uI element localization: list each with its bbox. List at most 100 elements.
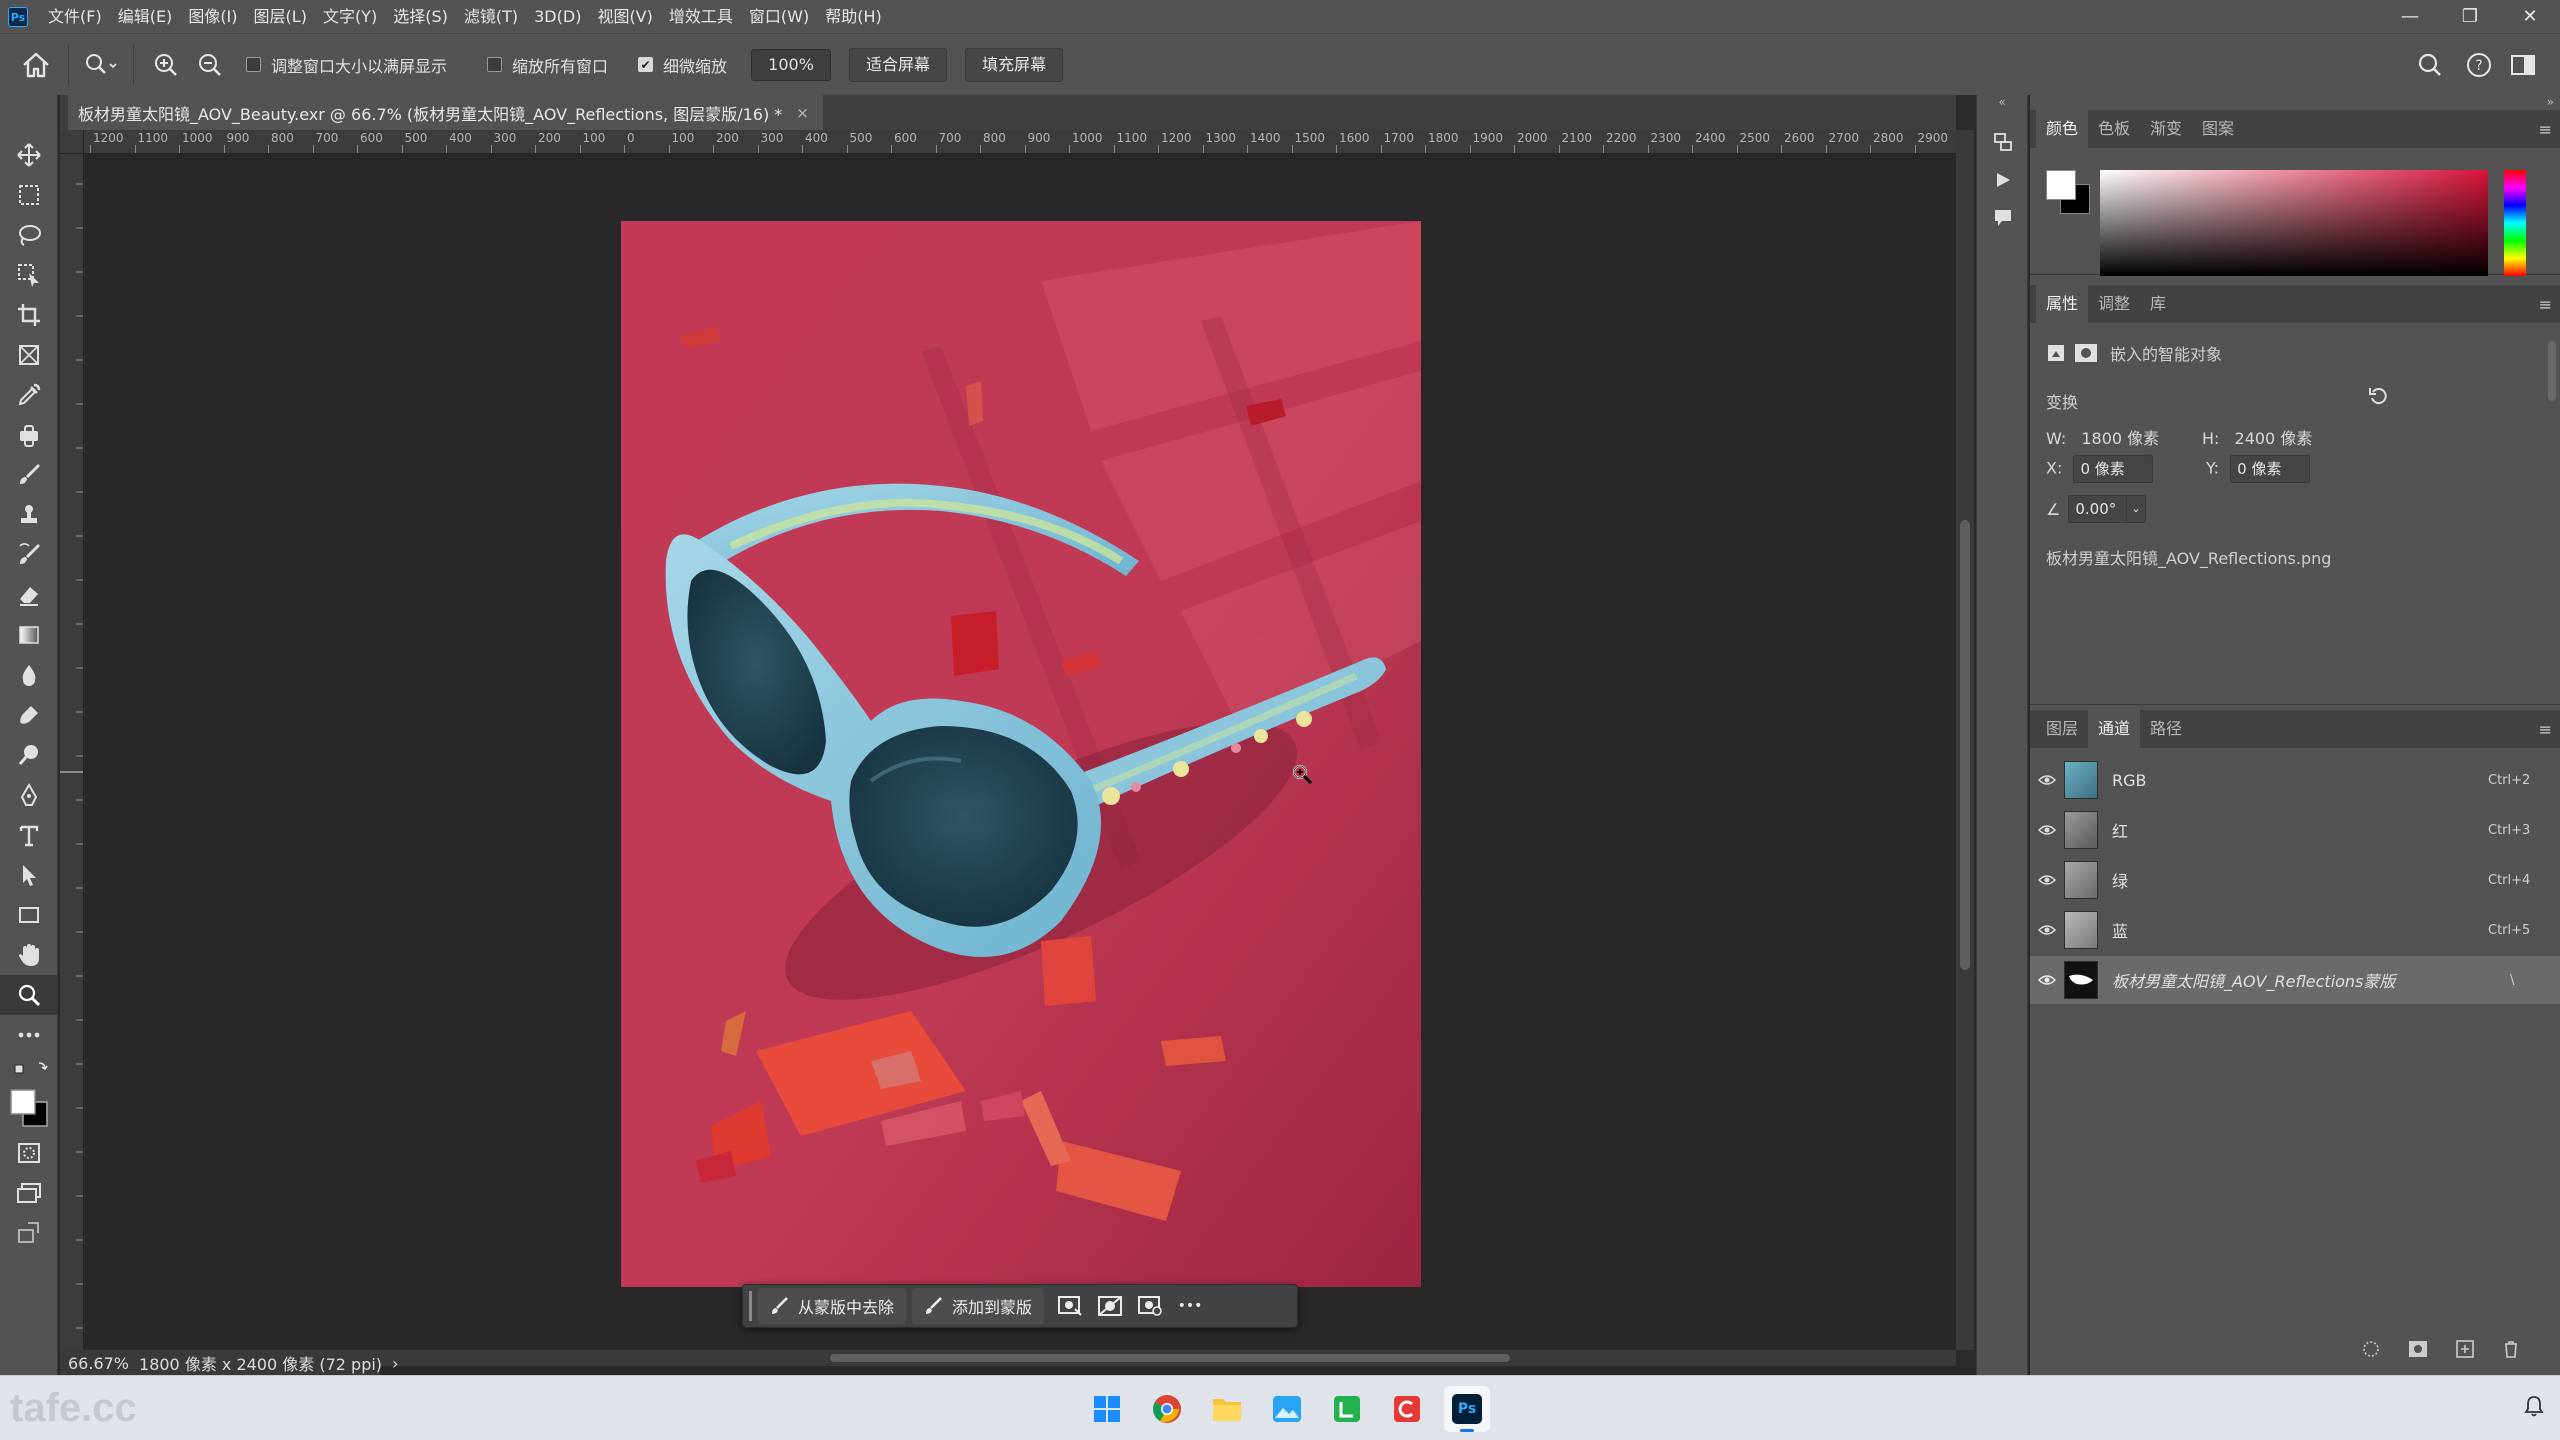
menu-help[interactable]: 帮助(H) [817,0,890,33]
close-window-button[interactable]: ✕ [2500,0,2560,33]
menu-image[interactable]: 图像(I) [180,0,245,33]
y-position-input[interactable]: 0 像素 [2230,455,2311,483]
horizontal-scroll-thumb[interactable] [830,1354,1510,1362]
menu-plugins[interactable]: 增效工具 [661,0,741,33]
document-tab[interactable]: 板材男童太阳镜_AOV_Beauty.exr @ 66.7% (板材男童太阳镜_… [68,95,823,130]
screen-mode-icon[interactable] [0,1173,58,1213]
hue-slider[interactable] [2504,170,2526,276]
panel-menu-icon[interactable]: ≡ [2539,295,2552,314]
menu-select[interactable]: 选择(S) [385,0,456,33]
canvas-area[interactable] [85,155,1956,1350]
dodge-tool-icon[interactable] [0,735,58,775]
more-options-button[interactable]: ••• [1170,1288,1210,1324]
save-selection-icon[interactable] [2408,1340,2428,1362]
zoom-level[interactable]: 66.67% [68,1354,129,1373]
quick-mask-icon[interactable] [0,1133,58,1173]
width-value[interactable]: 1800 像素 [2081,429,2159,448]
help-icon[interactable]: ? [2462,43,2496,87]
panel-menu-icon[interactable]: ≡ [2539,720,2552,739]
lasso-tool-icon[interactable] [0,215,58,255]
panel-menu-icon[interactable]: ≡ [2539,120,2552,139]
eyedropper-tool-icon[interactable] [0,375,58,415]
collapse-panels-icon[interactable]: » [2547,95,2554,109]
smudge-tool-icon[interactable] [0,695,58,735]
delete-channel-icon[interactable] [2502,1340,2520,1362]
tab-color[interactable]: 颜色 [2036,110,2089,148]
checkbox-box-checked[interactable]: ✔ [638,57,654,72]
restore-button[interactable]: ❐ [2440,0,2500,33]
ruler-corner[interactable] [60,130,84,154]
menu-filter[interactable]: 滤镜(T) [456,0,526,33]
horizontal-scrollbar[interactable] [380,1350,1956,1366]
scrubby-zoom-checkbox[interactable]: ✔ 细微缩放 [638,53,727,77]
fill-screen-button[interactable]: 填充屏幕 [965,47,1064,82]
swap-colors-icon[interactable] [0,1055,58,1083]
fit-screen-button[interactable]: 适合屏幕 [849,47,948,82]
mask-settings-icon[interactable] [1050,1288,1090,1324]
zoom-all-windows-checkbox[interactable]: 缩放所有窗口 [487,53,608,77]
type-tool-icon[interactable] [0,815,58,855]
x-position-input[interactable]: 0 像素 [2073,455,2154,483]
zoom-out-icon[interactable] [188,43,232,87]
angle-input[interactable]: 0.00° [2068,495,2127,523]
tab-libraries[interactable]: 库 [2140,285,2176,323]
zoom-tool-icon[interactable] [0,975,58,1015]
hand-tool-icon[interactable] [0,935,58,975]
tab-swatches[interactable]: 色板 [2088,110,2140,148]
frame-tool-icon[interactable] [0,335,58,375]
clone-stamp-tool-icon[interactable] [0,495,58,535]
disable-mask-icon[interactable] [1090,1288,1130,1324]
vertical-ruler[interactable] [60,154,84,1350]
green-app-icon[interactable] [1324,1386,1370,1432]
menu-file[interactable]: 文件(F) [40,0,110,33]
search-icon[interactable] [2408,43,2452,87]
add-to-mask-button[interactable]: 添加到蒙版 [912,1288,1045,1324]
vertical-scrollbar[interactable] [1956,130,1974,1350]
photoshop-taskbar-icon[interactable]: Ps [1444,1386,1490,1432]
edit-toolbar-icon[interactable] [0,1213,58,1253]
gradient-tool-icon[interactable] [0,615,58,655]
invert-mask-icon[interactable] [1130,1288,1170,1324]
tab-adjustments[interactable]: 调整 [2088,285,2140,323]
comments-icon[interactable] [1977,199,2029,237]
file-explorer-icon[interactable] [1204,1386,1250,1432]
brush-tool-icon[interactable] [0,455,58,495]
zoom-in-icon[interactable] [144,43,188,87]
channel-row-rgb[interactable]: RGB Ctrl+2 [2030,756,2560,804]
menu-layer[interactable]: 图层(L) [246,0,315,33]
tab-patterns[interactable]: 图案 [2192,110,2244,148]
pen-tool-icon[interactable] [0,775,58,815]
tab-channels[interactable]: 通道 [2088,710,2141,748]
properties-scroll-thumb[interactable] [2548,341,2556,401]
menu-3d[interactable]: 3D(D) [526,0,589,33]
red-app-icon[interactable] [1384,1386,1430,1432]
more-tools-icon[interactable] [0,1015,58,1055]
horizontal-ruler[interactable]: 1200 1100 1000 900 800 700 600 500 400 300 200 100 0… [84,130,1956,154]
visibility-eye-icon[interactable] [2030,924,2064,936]
reset-transform-icon[interactable] [2368,385,2390,411]
history-brush-tool-icon[interactable] [0,535,58,575]
chrome-icon[interactable] [1144,1386,1190,1432]
healing-brush-tool-icon[interactable] [0,415,58,455]
zoom-percent-field[interactable]: 100% [751,48,832,81]
status-menu-arrow[interactable]: › [392,1354,398,1373]
foreground-color-swatch[interactable] [2046,170,2076,200]
blur-tool-icon[interactable] [0,655,58,695]
menu-view[interactable]: 视图(V) [589,0,660,33]
visibility-eye-icon[interactable] [2030,874,2064,886]
minimize-button[interactable]: — [2380,0,2440,33]
move-tool-icon[interactable] [0,135,58,175]
visibility-eye-icon[interactable] [2030,824,2064,836]
channel-row-blue[interactable]: 蓝 Ctrl+5 [2030,906,2560,954]
load-selection-icon[interactable] [2362,1340,2380,1362]
eraser-tool-icon[interactable] [0,575,58,615]
height-value[interactable]: 2400 像素 [2235,429,2313,448]
marquee-tool-icon[interactable] [0,175,58,215]
rectangle-tool-icon[interactable] [0,895,58,935]
workspace-icon[interactable] [2506,43,2540,87]
photos-icon[interactable] [1264,1386,1310,1432]
tab-paths[interactable]: 路径 [2140,710,2192,748]
channel-row-mask[interactable]: 板材男童太阳镜_AOV_Reflections蒙版 \ [2030,956,2560,1004]
actions-play-icon[interactable] [1977,161,2029,199]
home-icon[interactable] [14,43,58,87]
